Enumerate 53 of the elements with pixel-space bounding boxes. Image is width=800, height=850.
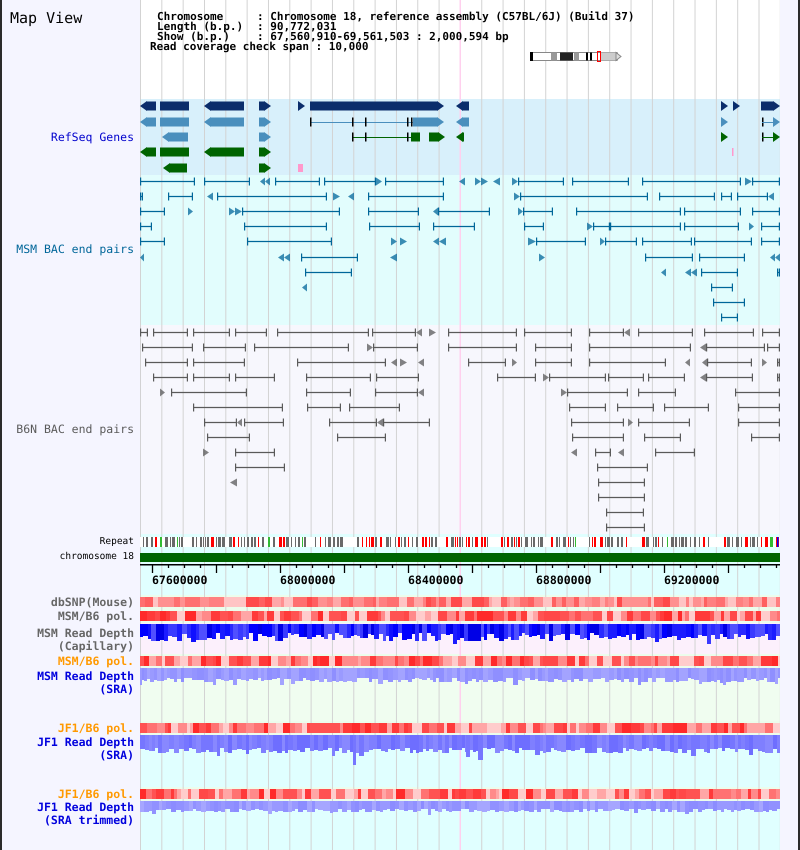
gene-model: [160, 118, 189, 126]
gene-model: [259, 147, 271, 157]
gene-model: [140, 117, 156, 127]
axis-label: 68800000: [536, 573, 592, 587]
track-label: MSM Read Depth (SRA): [37, 670, 134, 696]
gene-model: [140, 101, 156, 111]
gene-model: [259, 132, 271, 142]
info-label: Show (b.p.): [157, 32, 230, 42]
gene-model: [761, 101, 780, 111]
gene-model: [160, 102, 189, 110]
track-label: JF1/B6 pol.: [58, 788, 134, 801]
track-label: B6N BAC end pairs: [16, 423, 134, 436]
info-value: : Chromosome 18, reference assembly (C57BL/6J) (Build 37): [257, 12, 636, 22]
track-label: Repeat: [100, 536, 134, 548]
gene-model: [456, 132, 464, 142]
track-label: MSM BAC end pairs: [16, 243, 134, 256]
track-label: JF1 Read Depth (SRA): [37, 736, 134, 762]
gene-model: [160, 148, 189, 156]
gene-model: [163, 163, 187, 173]
gene-model: [259, 163, 271, 173]
gene-model: [298, 101, 305, 111]
coverage-span-text: Read coverage check span : 10,000: [150, 42, 369, 52]
gene-model: [456, 117, 469, 127]
track-label: MSM/B6 pol.: [58, 655, 134, 668]
gene-model: [762, 132, 780, 142]
axis-label: 69200000: [664, 573, 720, 587]
track-label: JF1 Read Depth (SRA trimmed): [37, 801, 134, 827]
gene-model: [259, 117, 271, 127]
info-label: Chromosome: [157, 12, 224, 22]
axis-label: 68400000: [408, 573, 464, 587]
gene-model: [456, 101, 469, 111]
highlight-marker: [732, 148, 734, 156]
axis-label: 68000000: [280, 573, 336, 587]
highlight-marker: [298, 164, 303, 172]
track-label: dbSNP(Mouse): [50, 596, 134, 609]
track-label: RefSeq Genes: [50, 131, 134, 144]
info-value: : 67,560,910-69,561,503 : 2,000,594 bp: [257, 32, 510, 42]
axis-label: 67600000: [152, 573, 208, 587]
gene-model: [162, 132, 188, 142]
gene-model: [140, 147, 156, 157]
info-value: : 90,772,031: [257, 22, 336, 32]
track-label: JF1/B6 pol.: [58, 722, 134, 735]
gene-model: [204, 117, 244, 127]
track-label: chromosome 18: [60, 551, 134, 563]
gene-model: [204, 101, 244, 111]
info-label: Length (b.p.): [157, 22, 244, 32]
gene-model: [762, 117, 780, 127]
gene-model: [259, 101, 271, 111]
panel-title: Map View: [10, 10, 82, 26]
track-label: MSM Read Depth (Capillary): [37, 627, 134, 653]
gene-model: [204, 147, 244, 157]
position-marker-icon: [597, 51, 601, 62]
track-label: MSM/B6 pol.: [58, 610, 134, 623]
